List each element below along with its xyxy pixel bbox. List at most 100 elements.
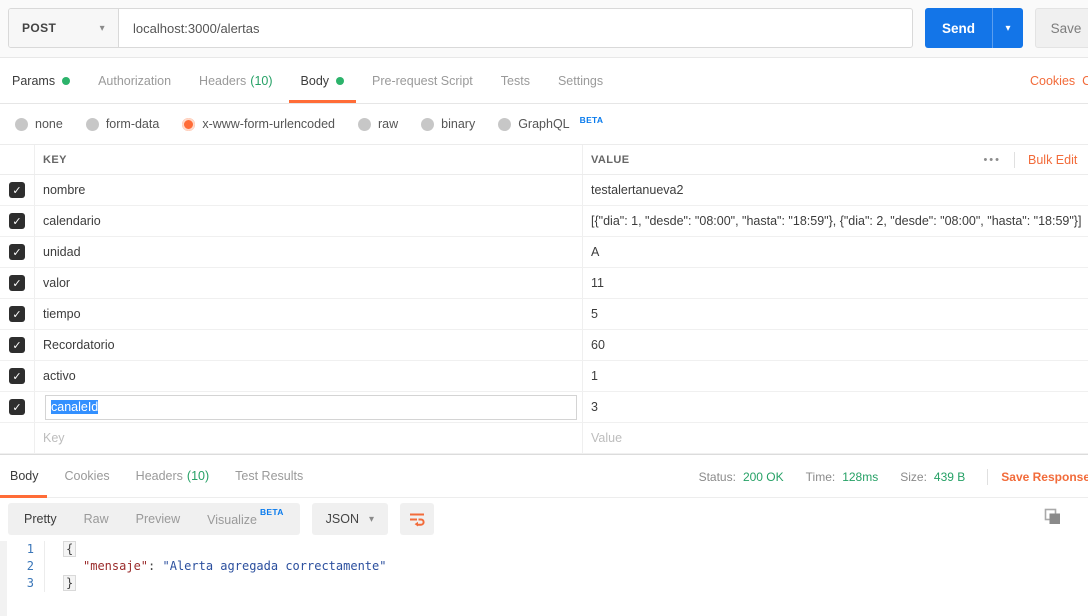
mode-graphql[interactable]: GraphQLBETA (498, 117, 603, 131)
status-label: Status: (699, 470, 736, 484)
view-tab-raw[interactable]: Raw (84, 512, 109, 526)
value-column-header: VALUE (591, 154, 629, 166)
wrap-lines-icon (408, 511, 426, 527)
key-cell[interactable]: calendario (35, 206, 583, 236)
tab-tests[interactable]: Tests (501, 58, 530, 103)
table-row: calendario [{"dia": 1, "desde": "08:00",… (0, 206, 1088, 237)
response-tabs: Body Cookies Headers(10) Test Results St… (0, 455, 1088, 498)
time-label: Time: (806, 470, 836, 484)
row-checkbox[interactable] (9, 213, 25, 229)
row-checkbox[interactable] (9, 399, 25, 415)
table-row-empty: Key Value (0, 423, 1088, 454)
key-cell[interactable]: nombre (35, 175, 583, 205)
value-input-placeholder[interactable]: Value (583, 423, 1088, 453)
key-cell[interactable]: Recordatorio (35, 330, 583, 360)
table-row-editing: canaleId 3 (0, 392, 1088, 423)
status-badge: 200 OK (743, 470, 784, 484)
send-options-button[interactable]: ▾ (993, 8, 1023, 48)
size-label: Size: (900, 470, 927, 484)
key-cell[interactable]: unidad (35, 237, 583, 267)
code-link[interactable]: Code (1082, 74, 1088, 88)
key-column-header: KEY (43, 154, 67, 166)
value-cell[interactable]: 3 (583, 392, 1088, 422)
row-checkbox[interactable] (9, 244, 25, 260)
request-bar: POST ▾ localhost:3000/alertas Send ▾ Sav… (0, 0, 1088, 58)
view-tab-visualize[interactable]: VisualizeBETA (207, 511, 284, 527)
value-cell[interactable]: 5 (583, 299, 1088, 329)
line-number: 1 (0, 541, 44, 558)
view-tab-pretty[interactable]: Pretty (24, 512, 57, 526)
value-cell[interactable]: [{"dia": 1, "desde": "08:00", "hasta": "… (583, 206, 1088, 236)
tab-pre-request-script[interactable]: Pre-request Script (372, 58, 473, 103)
beta-badge: BETA (260, 507, 284, 517)
cookies-link[interactable]: Cookies (1030, 74, 1075, 88)
table-row: unidad A (0, 237, 1088, 268)
format-select[interactable]: JSON ▾ (312, 503, 388, 535)
open-brace[interactable]: { (63, 541, 76, 557)
url-input[interactable]: localhost:3000/alertas (119, 9, 912, 47)
bulk-edit-link[interactable]: Bulk Edit (1028, 153, 1088, 167)
value-cell[interactable]: 1 (583, 361, 1088, 391)
key-input[interactable]: canaleId (45, 395, 577, 420)
tab-params[interactable]: Params (12, 58, 70, 103)
key-cell[interactable]: valor (35, 268, 583, 298)
mode-x-www-form-urlencoded[interactable]: x-www-form-urlencoded (182, 117, 335, 131)
save-button[interactable]: Save (1035, 8, 1088, 48)
send-label: Send (925, 8, 992, 48)
value-cell[interactable]: 60 (583, 330, 1088, 360)
request-tabs-links: Cookies Code (1030, 58, 1088, 103)
save-response-link[interactable]: Save Response (1001, 470, 1088, 484)
url-box: POST ▾ localhost:3000/alertas (8, 8, 913, 48)
table-header-row: KEY VALUE ••• Bulk Edit (0, 144, 1088, 175)
green-dot-icon (336, 77, 344, 85)
key-cell[interactable]: tiempo (35, 299, 583, 329)
beta-badge: BETA (580, 115, 604, 125)
tab-headers[interactable]: Headers(10) (199, 58, 272, 103)
divider (987, 469, 988, 485)
response-meta: Status: 200 OK Time: 128ms Size: 439 B S… (699, 455, 1088, 498)
close-brace[interactable]: } (63, 575, 76, 591)
checkbox-column-header (0, 145, 35, 174)
tab-settings[interactable]: Settings (558, 58, 603, 103)
key-cell[interactable]: activo (35, 361, 583, 391)
response-view-toolbar: Pretty Raw Preview VisualizeBETA JSON ▾ (8, 503, 434, 535)
headers-count-badge: (10) (187, 469, 209, 483)
row-checkbox[interactable] (9, 275, 25, 291)
response-tab-test-results[interactable]: Test Results (235, 455, 303, 497)
response-tab-cookies[interactable]: Cookies (65, 455, 110, 497)
key-input-placeholder[interactable]: Key (35, 423, 583, 453)
json-key: "mensaje" (83, 559, 148, 573)
method-label: POST (22, 21, 56, 35)
wrap-lines-button[interactable] (400, 503, 434, 535)
value-cell[interactable]: A (583, 237, 1088, 267)
response-tab-headers[interactable]: Headers(10) (136, 455, 209, 497)
radio-icon (358, 118, 371, 131)
method-select[interactable]: POST ▾ (9, 9, 119, 47)
view-tab-preview[interactable]: Preview (136, 512, 180, 526)
row-checkbox[interactable] (9, 368, 25, 384)
send-button[interactable]: Send ▾ (925, 8, 1023, 48)
table-row: tiempo 5 (0, 299, 1088, 330)
response-tab-body[interactable]: Body (10, 455, 39, 497)
json-string-value: "Alerta agregada correctamente" (163, 559, 387, 573)
response-body-viewer[interactable]: 1 { 2 "mensaje": "Alerta agregada correc… (0, 541, 1088, 606)
copy-response-button[interactable] (1044, 508, 1062, 526)
code-line: 3 } (0, 575, 1088, 592)
row-checkbox[interactable] (9, 182, 25, 198)
urlencoded-table: KEY VALUE ••• Bulk Edit nombre testalert… (0, 144, 1088, 454)
tab-authorization[interactable]: Authorization (98, 58, 171, 103)
time-value: 128ms (842, 470, 878, 484)
radio-selected-icon (182, 118, 195, 131)
mode-raw[interactable]: raw (358, 117, 398, 131)
tab-body[interactable]: Body (301, 58, 345, 103)
value-cell[interactable]: testalertanueva2 (583, 175, 1088, 205)
request-tabs: Params Authorization Headers(10) Body Pr… (0, 58, 1088, 104)
code-line: 2 "mensaje": "Alerta agregada correctame… (0, 558, 1088, 575)
more-options-icon[interactable]: ••• (983, 154, 1001, 166)
mode-binary[interactable]: binary (421, 117, 475, 131)
mode-none[interactable]: none (15, 117, 63, 131)
row-checkbox[interactable] (9, 306, 25, 322)
row-checkbox[interactable] (9, 337, 25, 353)
mode-form-data[interactable]: form-data (86, 117, 160, 131)
value-cell[interactable]: 11 (583, 268, 1088, 298)
